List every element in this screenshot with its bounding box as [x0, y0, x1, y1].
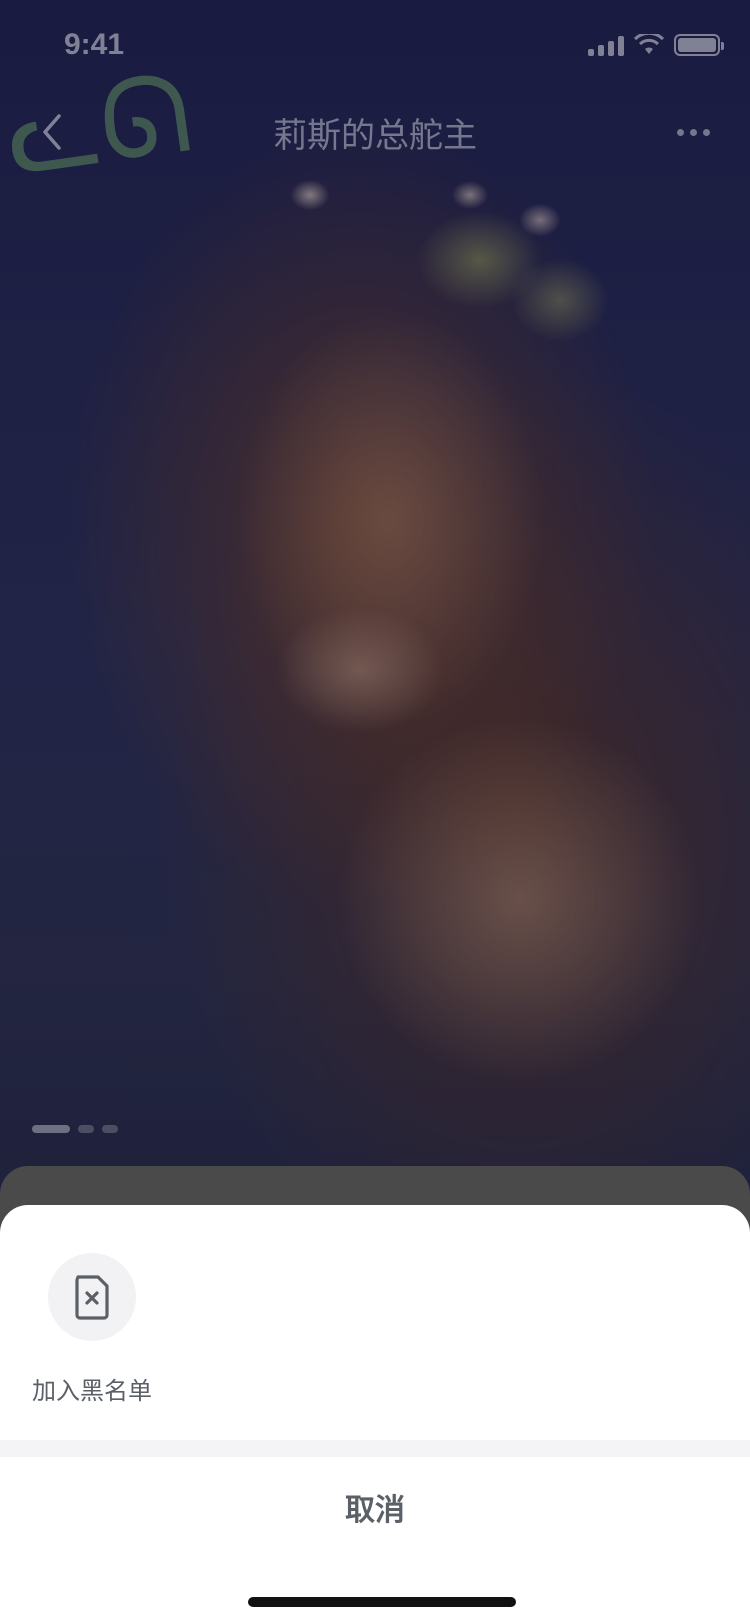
wifi-icon	[633, 31, 665, 56]
action-list: 加入黑名单	[0, 1253, 750, 1413]
add-to-blacklist-action[interactable]: 加入黑名单	[30, 1253, 154, 1406]
divider	[0, 1440, 750, 1457]
status-time: 9:41	[64, 28, 125, 61]
page-dot	[78, 1125, 94, 1133]
cancel-button[interactable]: 取消	[0, 1457, 750, 1557]
action-label: 加入黑名单	[32, 1377, 152, 1405]
more-horizontal-icon	[676, 128, 684, 136]
status-bar: 9:41	[0, 0, 750, 88]
page-dot	[102, 1125, 118, 1133]
page-dot-active	[32, 1125, 70, 1133]
more-button[interactable]	[666, 112, 720, 152]
cellular-signal-icon	[588, 34, 624, 56]
blacklist-document-icon	[75, 1275, 109, 1320]
nav-bar: 莉斯的总舵主	[0, 96, 750, 168]
battery-icon	[674, 34, 724, 56]
status-icons	[588, 31, 724, 56]
gallery-page-indicator	[32, 1125, 118, 1133]
page-title: 莉斯的总舵主	[273, 116, 477, 156]
action-icon-circle[interactable]	[48, 1253, 136, 1341]
action-sheet: 加入黑名单 取消	[0, 1205, 750, 1624]
home-indicator[interactable]	[248, 1597, 516, 1607]
